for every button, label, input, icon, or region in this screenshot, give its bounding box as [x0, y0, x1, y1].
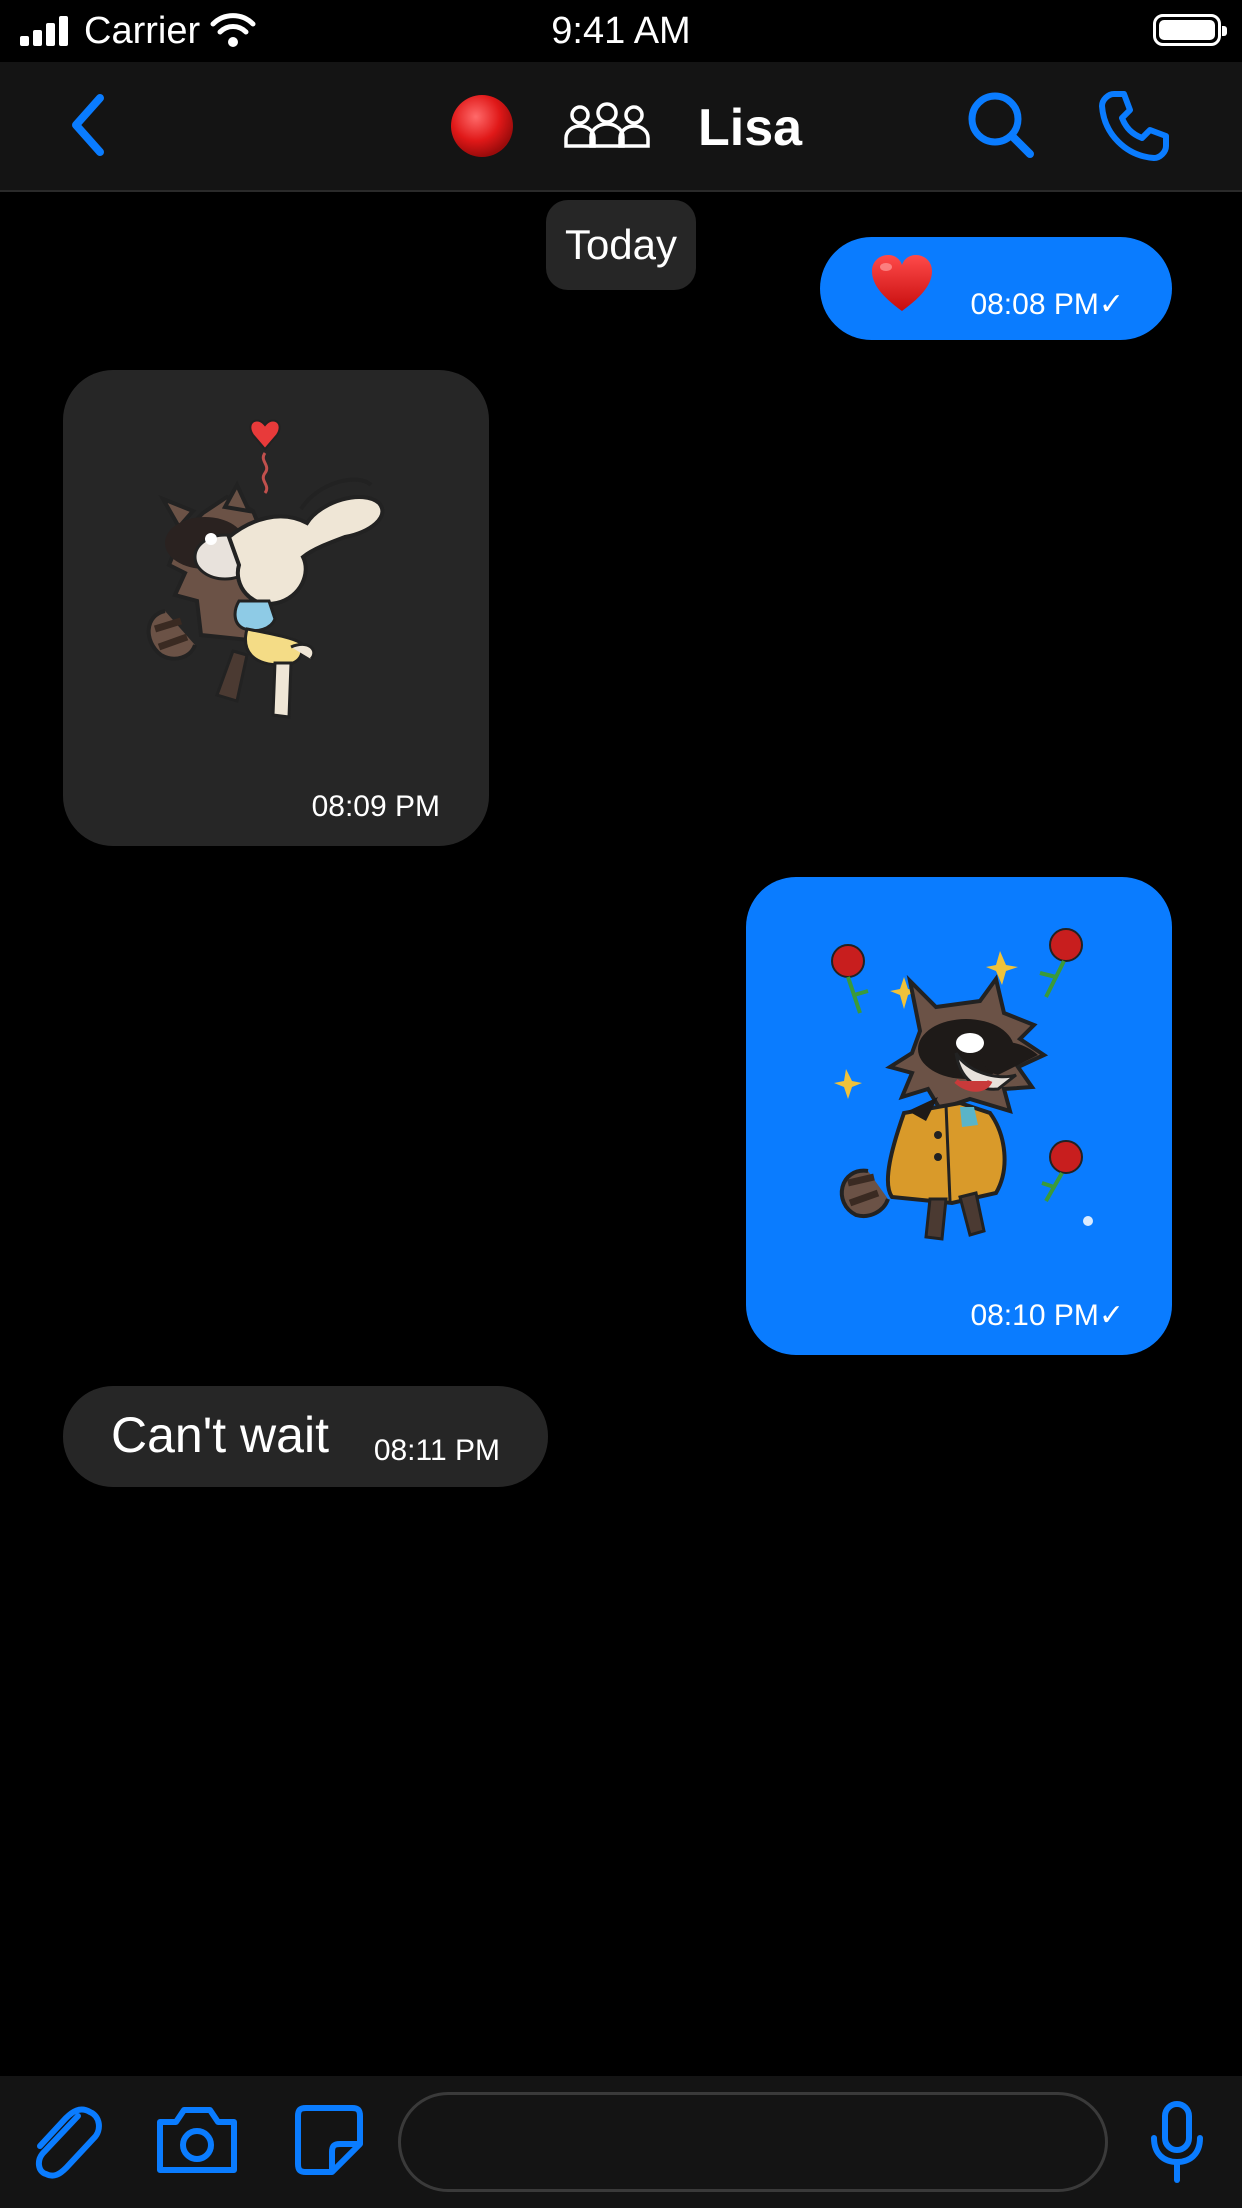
message-bubble-incoming[interactable]: Can't wait 08:11 PM	[63, 1386, 548, 1487]
date-separator: Today	[546, 200, 696, 290]
message-text: Can't wait	[111, 1407, 329, 1463]
chat-title[interactable]: Lisa	[698, 98, 802, 158]
status-time: 9:41 AM	[551, 10, 691, 52]
message-timestamp: 08:08 PM✓	[970, 288, 1124, 321]
heart-emoji-icon	[872, 255, 932, 311]
message-timestamp: 08:11 PM	[373, 1434, 500, 1467]
message-timestamp: 08:09 PM	[311, 790, 440, 823]
raccoon-hugging-bunny-sticker	[146, 419, 385, 719]
message-bubble-outgoing[interactable]: 08:10 PM✓	[746, 877, 1172, 1355]
raccoon-with-roses-sticker	[831, 928, 1093, 1241]
camera-icon[interactable]	[154, 2104, 240, 2176]
red-dot-icon	[451, 95, 513, 157]
message-input[interactable]	[398, 2092, 1108, 2192]
sticker-icon[interactable]	[294, 2104, 364, 2176]
search-icon[interactable]	[966, 90, 1036, 160]
phone-icon[interactable]	[1098, 90, 1170, 162]
group-icon[interactable]	[564, 102, 650, 150]
paperclip-icon[interactable]	[28, 2100, 104, 2180]
message-bubble-outgoing[interactable]: 08:08 PM✓	[820, 237, 1172, 340]
microphone-icon[interactable]	[1148, 2100, 1206, 2184]
chat-header: Lisa	[0, 62, 1242, 192]
message-bubble-incoming[interactable]: 08:09 PM	[63, 370, 489, 846]
message-timestamp: 08:10 PM✓	[970, 1299, 1124, 1332]
rose-icon	[831, 944, 869, 1014]
battery-icon	[1153, 14, 1227, 46]
back-chevron-icon[interactable]	[68, 92, 108, 158]
status-bar: Carrier 9:41 AM	[0, 0, 1242, 62]
